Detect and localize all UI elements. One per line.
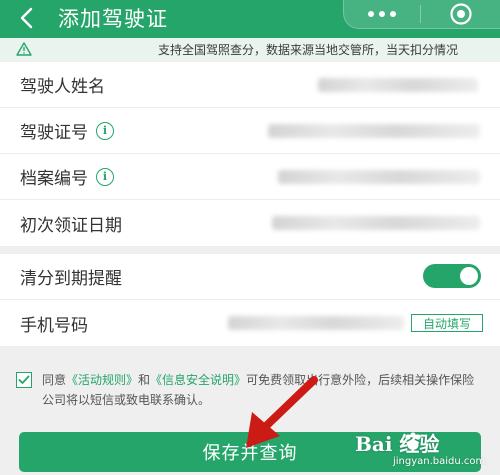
chevron-left-icon: [20, 7, 33, 29]
first-date-row[interactable]: 初次领证日期: [0, 200, 500, 246]
first-date-redacted: [272, 216, 480, 230]
file-number-redacted: [278, 169, 480, 184]
reminder-card: 清分到期提醒 手机号码 自动填写: [0, 254, 500, 346]
info-icon[interactable]: i: [96, 121, 114, 140]
toggle-knob: [460, 267, 478, 285]
reminder-toggle[interactable]: [423, 264, 481, 288]
name-row[interactable]: 驾驶人姓名: [0, 62, 500, 108]
target-close-icon: [449, 3, 472, 25]
check-icon: [18, 375, 30, 384]
notice-bar: 支持全国驾照查分，数据来源当地交管所，当天扣分情况: [0, 38, 500, 60]
phone-value-redacted: [228, 316, 404, 330]
watermark-url: jingyan.baidu.com: [393, 456, 486, 467]
more-button[interactable]: [344, 0, 420, 28]
agreement-checkbox[interactable]: [16, 372, 32, 388]
license-info-card: 驾驶人姓名 驾驶证号 i 档案编号 i 初次领证日期: [0, 62, 500, 246]
annotation-arrow-icon: [246, 376, 318, 448]
license-number-label: 驾驶证号 i: [20, 118, 114, 143]
reminder-row: 清分到期提醒: [0, 254, 500, 300]
reminder-label: 清分到期提醒: [20, 269, 122, 289]
autofill-button[interactable]: 自动填写: [411, 314, 483, 332]
license-number-row[interactable]: 驾驶证号 i: [0, 108, 500, 154]
info-icon[interactable]: i: [96, 167, 114, 186]
close-button[interactable]: [421, 0, 500, 28]
activity-rules-link[interactable]: 《活动规则》: [66, 373, 138, 387]
name-label: 驾驶人姓名: [20, 77, 105, 97]
watermark-brand: Bai 经验: [355, 432, 440, 456]
back-button[interactable]: [14, 2, 40, 34]
warning-icon: [16, 42, 32, 56]
miniprogram-capsule: [343, 0, 500, 29]
name-value-redacted: [318, 77, 478, 92]
file-number-label: 档案编号 i: [20, 164, 114, 189]
more-dots-icon: [368, 11, 374, 17]
security-info-link[interactable]: 《信息安全说明》: [150, 373, 246, 387]
phone-row[interactable]: 手机号码 自动填写: [0, 300, 500, 346]
file-number-row[interactable]: 档案编号 i: [0, 154, 500, 200]
paw-logo-icon: [405, 432, 421, 450]
license-number-redacted: [268, 123, 480, 138]
page-title: 添加驾驶证: [58, 7, 168, 31]
baidu-jingyan-watermark: Bai 经验 jingyan.baidu.com: [355, 428, 500, 475]
phone-label: 手机号码: [20, 315, 88, 336]
notice-text: 支持全国驾照查分，数据来源当地交管所，当天扣分情况: [158, 42, 459, 57]
app-header: 添加驾驶证: [0, 0, 500, 38]
first-date-label: 初次领证日期: [20, 215, 122, 236]
